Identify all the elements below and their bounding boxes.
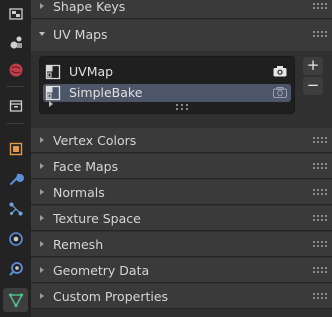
panel-title: Texture Space: [53, 211, 141, 226]
panel-texture-space[interactable]: Texture Space: [31, 206, 332, 231]
uv-map-item-selected[interactable]: SimpleBake: [43, 84, 291, 102]
panel-shape-keys[interactable]: Shape Keys: [31, 0, 332, 19]
object-icon: [9, 142, 22, 156]
particles-icon: [9, 202, 22, 216]
world-icon: [9, 63, 22, 77]
list-filter-toggle-icon[interactable]: [47, 100, 55, 108]
camera-render-active-icon[interactable]: [273, 66, 287, 77]
panel-title: Vertex Colors: [53, 133, 137, 148]
expanded-triangle-icon: [39, 32, 45, 36]
panel-title: Face Maps: [53, 159, 119, 174]
uv-map-name[interactable]: UVMap: [69, 64, 113, 79]
collapsed-triangle-icon: [40, 241, 44, 247]
uv-map-icon: [45, 85, 61, 101]
tab-particles[interactable]: [3, 197, 28, 221]
collapsed-triangle-icon: [40, 3, 44, 9]
uv-map-name[interactable]: SimpleBake: [69, 85, 142, 100]
properties-content: Shape Keys UV Maps UVMap SimpleBake + − …: [31, 0, 332, 317]
physics-icon: [8, 232, 23, 246]
tab-physics[interactable]: [3, 227, 28, 251]
panel-normals[interactable]: Normals: [31, 180, 332, 205]
panel-title: Geometry Data: [53, 263, 150, 278]
panel-geometry-data[interactable]: Geometry Data: [31, 258, 332, 283]
drag-handle-icon[interactable]: [313, 3, 327, 9]
drag-handle-icon[interactable]: [313, 241, 327, 247]
collapsed-triangle-icon: [40, 163, 44, 169]
panel-title: Remesh: [53, 237, 104, 252]
tab-world[interactable]: [3, 58, 28, 82]
uv-map-list[interactable]: UVMap SimpleBake: [39, 56, 295, 114]
constraint-icon: [8, 262, 23, 276]
panel-custom-properties[interactable]: Custom Properties: [31, 284, 332, 309]
panel-title: Shape Keys: [53, 0, 126, 14]
panel-title: Custom Properties: [53, 289, 169, 304]
drag-handle-icon[interactable]: [313, 215, 327, 221]
wrench-modifier-icon: [9, 173, 24, 185]
properties-tab-bar: [0, 0, 31, 317]
tab-texture[interactable]: [3, 2, 28, 26]
mesh-data-icon: [8, 293, 23, 308]
collapsed-triangle-icon: [40, 215, 44, 221]
tab-modifiers[interactable]: [3, 167, 28, 191]
list-resize-handle-icon[interactable]: [176, 104, 188, 110]
panel-title: UV Maps: [53, 27, 108, 42]
drag-handle-icon[interactable]: [313, 293, 327, 299]
collapsed-triangle-icon: [40, 137, 44, 143]
remove-uv-map-button[interactable]: −: [303, 77, 323, 95]
panel-remesh[interactable]: Remesh: [31, 232, 332, 257]
drag-handle-icon[interactable]: [313, 267, 327, 273]
panel-uv-maps[interactable]: UV Maps: [31, 20, 332, 51]
tab-collection[interactable]: [3, 94, 28, 118]
tab-scene[interactable]: [3, 30, 28, 54]
panel-vertex-colors[interactable]: Vertex Colors: [31, 128, 332, 153]
collapsed-triangle-icon: [40, 267, 44, 273]
panel-title: Normals: [53, 185, 105, 200]
drag-handle-icon[interactable]: [313, 189, 327, 195]
tab-mesh-data[interactable]: [3, 288, 28, 312]
add-uv-map-button[interactable]: +: [303, 57, 323, 75]
drag-handle-icon[interactable]: [313, 163, 327, 169]
uv-map-item[interactable]: UVMap: [43, 63, 291, 81]
drag-handle-icon[interactable]: [313, 31, 327, 37]
drag-handle-icon[interactable]: [313, 137, 327, 143]
camera-render-inactive-icon[interactable]: [273, 87, 287, 98]
texture-icon: [8, 8, 23, 20]
scene-icon: [10, 36, 22, 49]
collapsed-triangle-icon: [40, 189, 44, 195]
collapsed-triangle-icon: [40, 293, 44, 299]
tab-object[interactable]: [3, 137, 28, 161]
uv-maps-panel-body: UVMap SimpleBake + −: [31, 51, 332, 121]
panel-face-maps[interactable]: Face Maps: [31, 154, 332, 179]
collection-icon: [9, 100, 22, 112]
tab-constraints[interactable]: [3, 257, 28, 281]
uv-map-icon: [45, 64, 61, 80]
